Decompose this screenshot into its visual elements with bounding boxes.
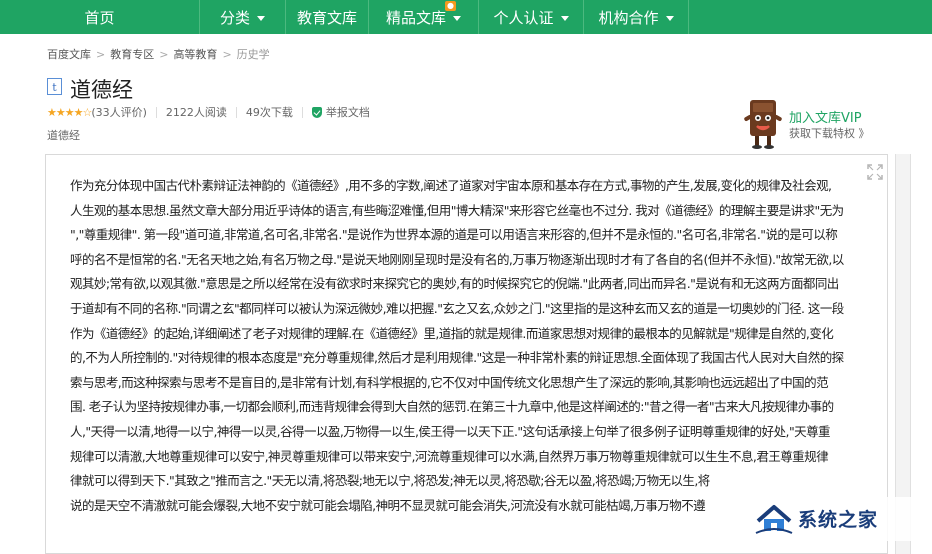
doc-line: 呼的名不是恒常的名."无名天地之始,有名万物之母."是说天地刚刚呈现时是没有名的…: [70, 251, 844, 267]
doc-line: 作为《道德经》的起始,详细阐述了老子对规律的理解.在《道德经》里,道指的就是规律…: [70, 325, 834, 341]
doc-line: 的,不为人所控制的."对待规律的根本态度是"充分尊重规律,然后才是利用规律."这…: [70, 350, 844, 366]
breadcrumb-item-current: 历史学: [236, 48, 270, 61]
doc-line: 律就可以得到天下."其致之"推而言之."天无以清,将恐裂;地无以宁,将恐发;神无…: [70, 473, 710, 489]
doc-line: 人生观的基本思想.虽然文章大部分用近乎诗体的语言,有些晦涩难懂,但用"博大精深"…: [70, 202, 844, 218]
doc-meta: ★★★★☆ (33人评价) 2122人阅读 49次下载 举报文档: [47, 104, 370, 120]
divider: [235, 106, 237, 118]
breadcrumb-item[interactable]: 高等教育: [173, 46, 217, 62]
top-nav: 首页 分类 教育文库 精品文库 ● 个人认证 机构合作: [0, 0, 932, 34]
breadcrumb-separator: >: [159, 47, 169, 61]
doc-line: 规律可以清澈,大地尊重规律可以安宁,神灵尊重规律可以带来安宁,河流尊重规律可以水…: [70, 448, 829, 464]
rating-count[interactable]: (33人评价): [91, 104, 147, 120]
vip-mascot-icon[interactable]: [741, 96, 785, 150]
nav-home-label: 首页: [84, 8, 115, 27]
shield-icon: [311, 106, 322, 118]
chevron-down-icon: [453, 15, 461, 21]
watermark: 系统之家: [752, 497, 930, 541]
document-content: 作为充分体现中国古代朴素辩证法神韵的《道德经》,用不多的字数,阐述了道家对宇宙本…: [70, 174, 885, 518]
nav-certification-label: 个人认证: [493, 8, 554, 27]
house-logo-icon: [755, 505, 793, 534]
nav-institution[interactable]: 机构合作: [584, 0, 689, 34]
doc-line: 观其妙;常有欲,以观其徼."意思是之所以经常在没有欲求时来探究它的奥妙,有的时候…: [70, 276, 839, 292]
nav-institution-label: 机构合作: [598, 8, 659, 27]
download-count: 49次下载: [245, 106, 293, 119]
divider: [301, 106, 303, 118]
doc-line: 于道却有不同的名称."同谓之玄"都同样可以被认为深远微妙,难以把握."玄之又玄,…: [70, 300, 844, 316]
breadcrumb: 百度文库 > 教育专区 > 高等教育 > 历史学: [47, 46, 270, 62]
report-link[interactable]: 举报文档: [311, 104, 370, 120]
breadcrumb-separator: >: [222, 47, 232, 61]
doc-line: 围. 老子认为坚持按规律办事,一切都会顺利,而违背规律会得到大自然的惩罚.在第三…: [70, 399, 834, 415]
breadcrumb-separator: >: [96, 47, 106, 61]
vip-subtitle[interactable]: 获取下载特权 》: [789, 125, 870, 141]
nav-category-label: 分类: [219, 8, 250, 27]
text-file-icon: t: [47, 78, 62, 95]
chevron-down-icon: [560, 15, 569, 21]
nav-home[interactable]: 首页: [0, 0, 200, 34]
doc-line: 索与思考,而这种探索与思考不是盲目的,是非常有计划,有科学根据的,它不仅对中国传…: [70, 374, 829, 390]
nav-premium-label: 精品文库: [385, 8, 446, 27]
vip-title[interactable]: 加入文库VIP: [789, 107, 862, 126]
nav-certification[interactable]: 个人认证: [479, 0, 584, 34]
divider: [155, 106, 157, 118]
chevron-down-icon: [257, 15, 265, 21]
nav-education[interactable]: 教育文库: [286, 0, 369, 34]
nav-premium[interactable]: 精品文库 ●: [369, 0, 479, 34]
watermark-text: 系统之家: [798, 509, 879, 531]
doc-line: ","尊重规律". 第一段"道可道,非常道,名可名,非常名."是说作为世界本源的…: [70, 227, 838, 243]
breadcrumb-item[interactable]: 百度文库: [47, 46, 91, 62]
nav-category[interactable]: 分类: [200, 0, 286, 34]
hot-badge-icon: ●: [445, 1, 456, 11]
nav-education-label: 教育文库: [296, 8, 357, 27]
report-label: 举报文档: [325, 106, 370, 119]
doc-line: 人,"天得一以清,地得一以宁,神得一以灵,谷得一以盈,万物得一以生,侯王得一以天…: [70, 423, 831, 439]
read-count: 2122人阅读: [165, 106, 227, 119]
chevron-down-icon: [665, 15, 674, 21]
doc-tag[interactable]: 道德经: [47, 127, 80, 143]
breadcrumb-item[interactable]: 教育专区: [110, 46, 154, 62]
page-title: 道德经: [70, 78, 133, 102]
scrollbar[interactable]: [895, 154, 911, 554]
star-rating: ★★★★☆: [47, 105, 92, 119]
doc-line: 作为充分体现中国古代朴素辩证法神韵的《道德经》,用不多的字数,阐述了道家对宇宙本…: [70, 178, 832, 193]
